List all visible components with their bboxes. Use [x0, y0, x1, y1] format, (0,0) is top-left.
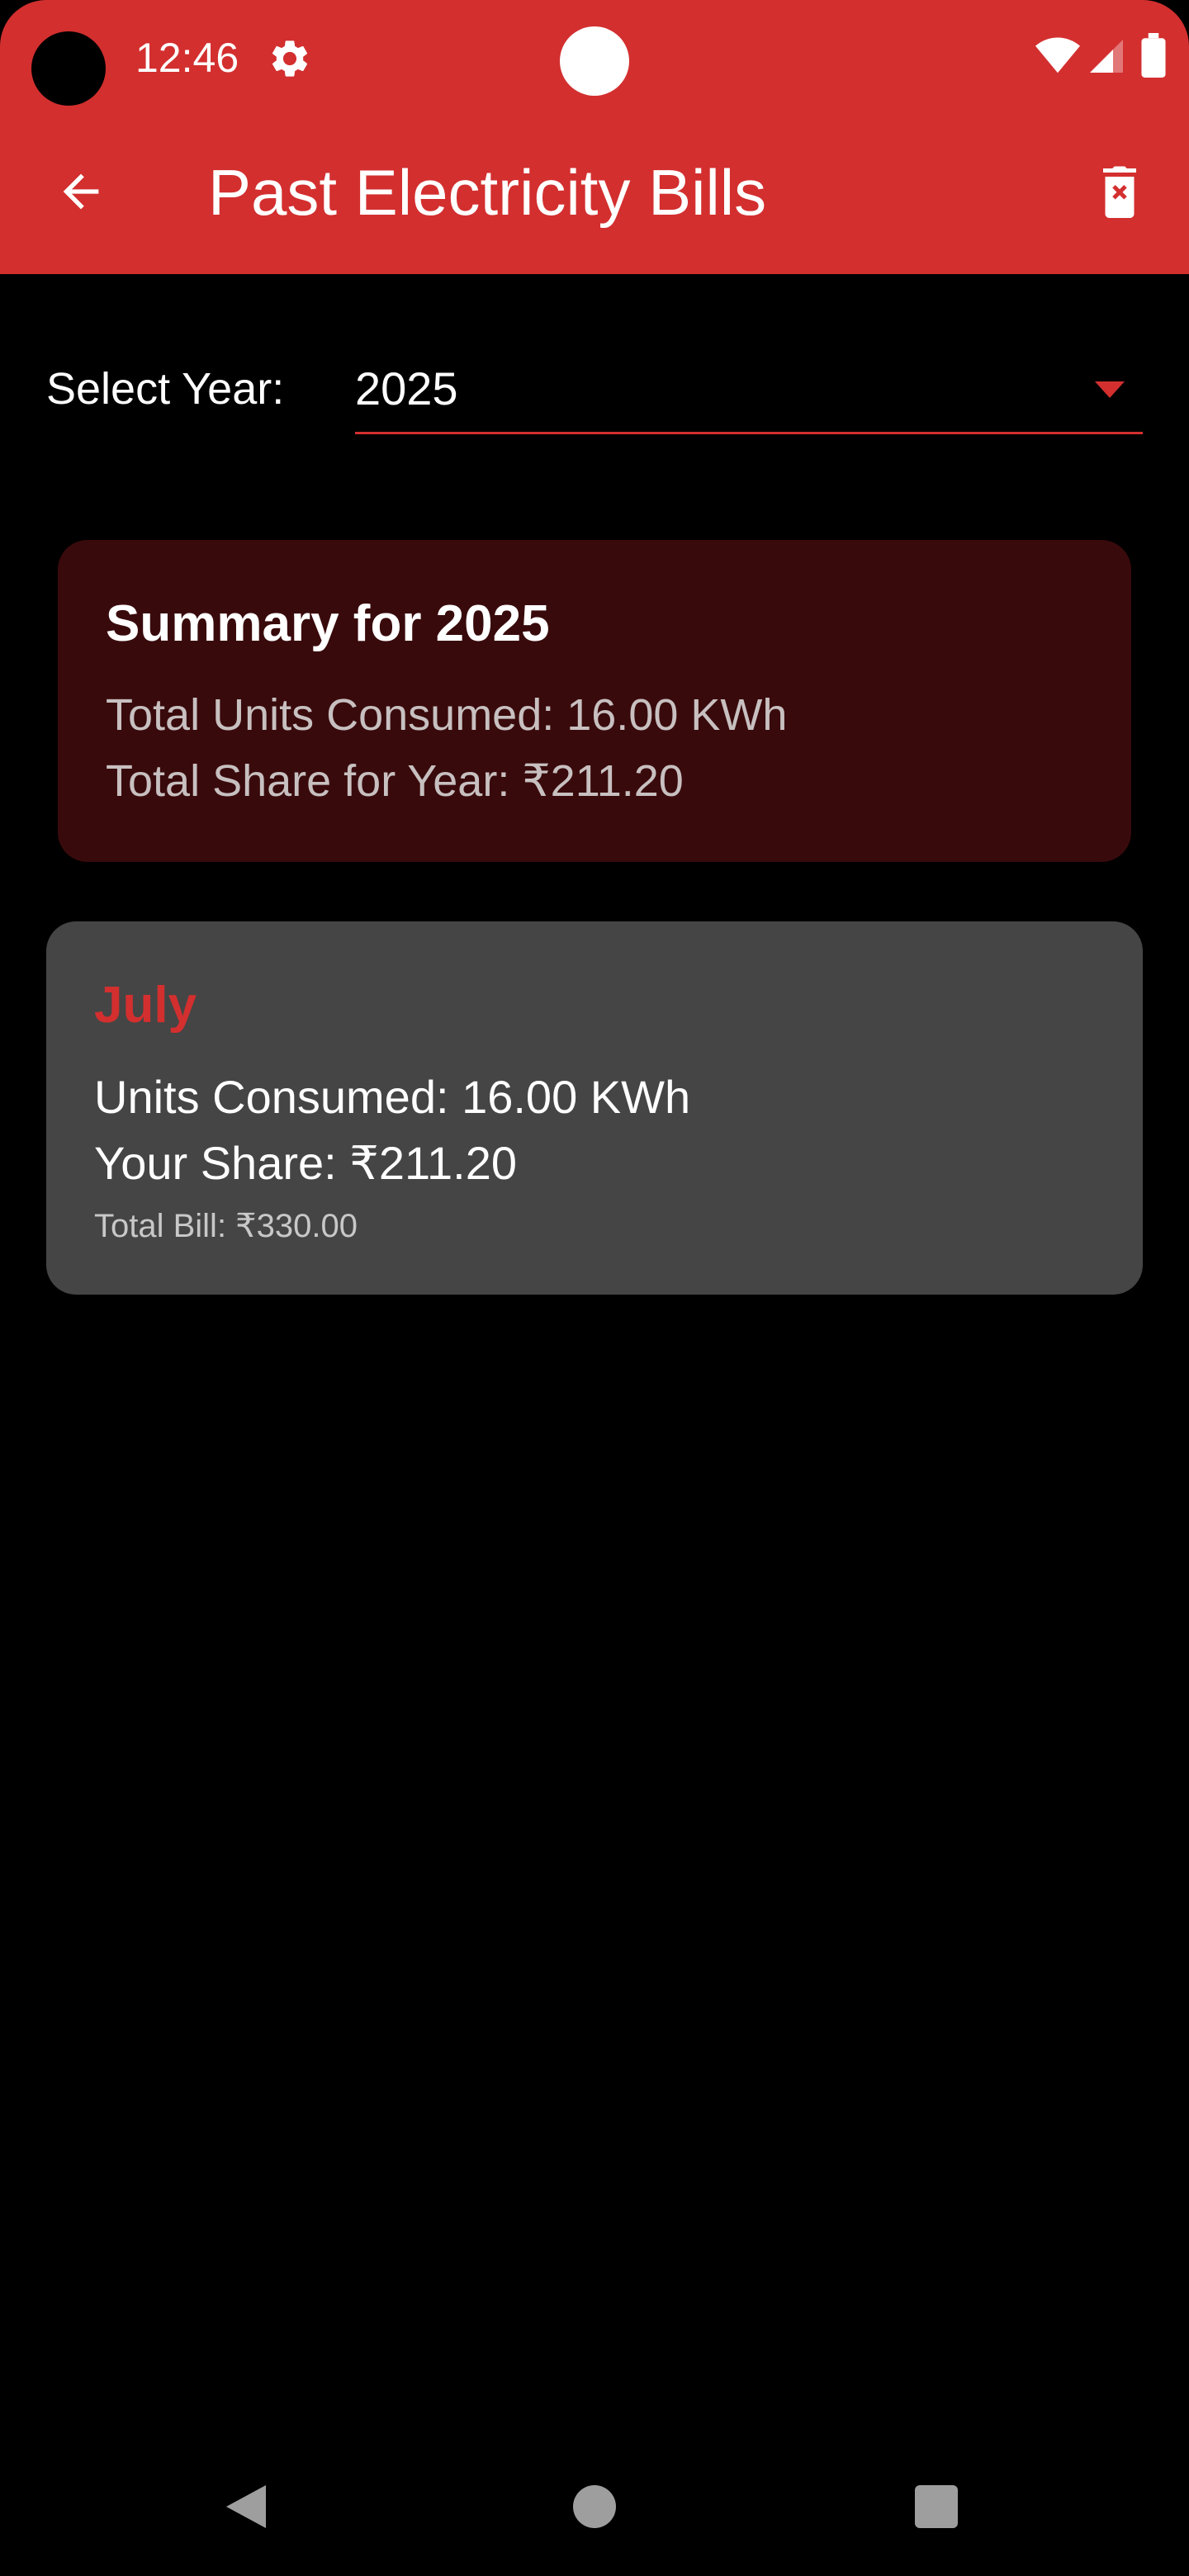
summary-title: Summary for 2025: [106, 595, 550, 652]
summary-total-units: Total Units Consumed: 16.00 KWh: [106, 690, 788, 740]
caret-down-icon: [1095, 381, 1125, 398]
bill-month: July: [94, 977, 197, 1034]
settings-gear-icon: [272, 40, 308, 77]
summary-card: Summary for 2025 Total Units Consumed: 1…: [58, 540, 1131, 862]
arrow-left-icon: [63, 173, 99, 210]
system-nav-bar: [0, 2444, 1189, 2576]
camera-cutout: [31, 31, 106, 106]
nav-recents-square-icon[interactable]: [915, 2485, 958, 2528]
delete-forever-icon: [1103, 166, 1136, 218]
year-dropdown-value: 2025: [355, 362, 458, 414]
summary-total-share: Total Share for Year: ₹211.20: [106, 756, 684, 806]
battery-icon: [1141, 33, 1166, 78]
app-bar: Past Electricity Bills: [0, 116, 1189, 274]
bill-total: Total Bill: ₹330.00: [94, 1208, 358, 1244]
screen: 12:46 Past Electricity Bills Select Year…: [0, 0, 1189, 2576]
bill-card[interactable]: July Units Consumed: 16.00 KWh Your Shar…: [46, 921, 1143, 1295]
wifi-icon: [1035, 37, 1080, 73]
bill-your-share: Your Share: ₹211.20: [94, 1137, 518, 1189]
status-time: 12:46: [135, 35, 239, 81]
delete-all-button[interactable]: [1083, 157, 1156, 230]
year-dropdown[interactable]: 2025: [355, 347, 1143, 434]
page-title: Past Electricity Bills: [208, 156, 767, 229]
status-bar: 12:46: [0, 0, 1189, 116]
back-button[interactable]: [43, 154, 119, 230]
cell-signal-icon: [1090, 40, 1123, 73]
nav-back-triangle-icon[interactable]: [223, 2482, 272, 2531]
bill-units-consumed: Units Consumed: 16.00 KWh: [94, 1071, 691, 1123]
front-camera-dot: [560, 26, 629, 96]
nav-home-circle-icon[interactable]: [573, 2485, 616, 2528]
top-app-region: 12:46 Past Electricity Bills: [0, 0, 1189, 274]
select-year-label: Select Year:: [46, 364, 285, 414]
